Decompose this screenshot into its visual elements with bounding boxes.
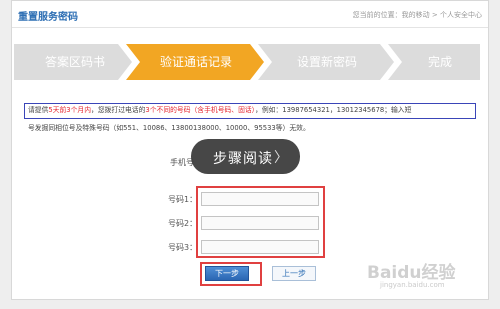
number-2-label: 号码2：	[168, 219, 198, 228]
notice-line-1: 请提供5天前3个月内，您拨打过电话的3个不同的号码（含手机号码、固话），例如：1…	[28, 106, 412, 114]
page-title: 重置服务密码	[18, 12, 78, 23]
overlay-label: 步骤阅读	[213, 151, 273, 167]
chevron-right-icon: 〉	[274, 150, 288, 166]
step-2-label: 验证通话记录	[159, 55, 232, 69]
panel-header: 重置服务密码 您当前的位置：我的移动 > 个人安全中心	[12, 1, 488, 28]
number-1-input[interactable]	[201, 192, 319, 206]
number-3-input[interactable]	[201, 240, 319, 254]
baidu-watermark-logo: Baidu经验	[367, 263, 456, 283]
notice-line-2: 号发掘同相位号及特殊号码（如551、10086、13800138000、1000…	[28, 124, 310, 132]
number-3-label: 号码3：	[168, 243, 198, 252]
step-reading-overlay[interactable]: 步骤阅读 〉	[191, 139, 300, 174]
number-1-label: 号码1：	[168, 195, 198, 204]
breadcrumb: 您当前的位置：我的移动 > 个人安全中心	[352, 11, 482, 19]
step-3-label: 设置新密码	[296, 55, 357, 69]
prev-step-button[interactable]: 上一步	[272, 266, 316, 281]
step-1-label: 答案区码书	[44, 55, 105, 69]
next-step-button[interactable]: 下一步	[205, 266, 249, 281]
baidu-watermark-url: jingyan.baidu.com	[380, 281, 445, 289]
step-4-label: 完成	[427, 55, 452, 69]
number-2-input[interactable]	[201, 216, 319, 230]
